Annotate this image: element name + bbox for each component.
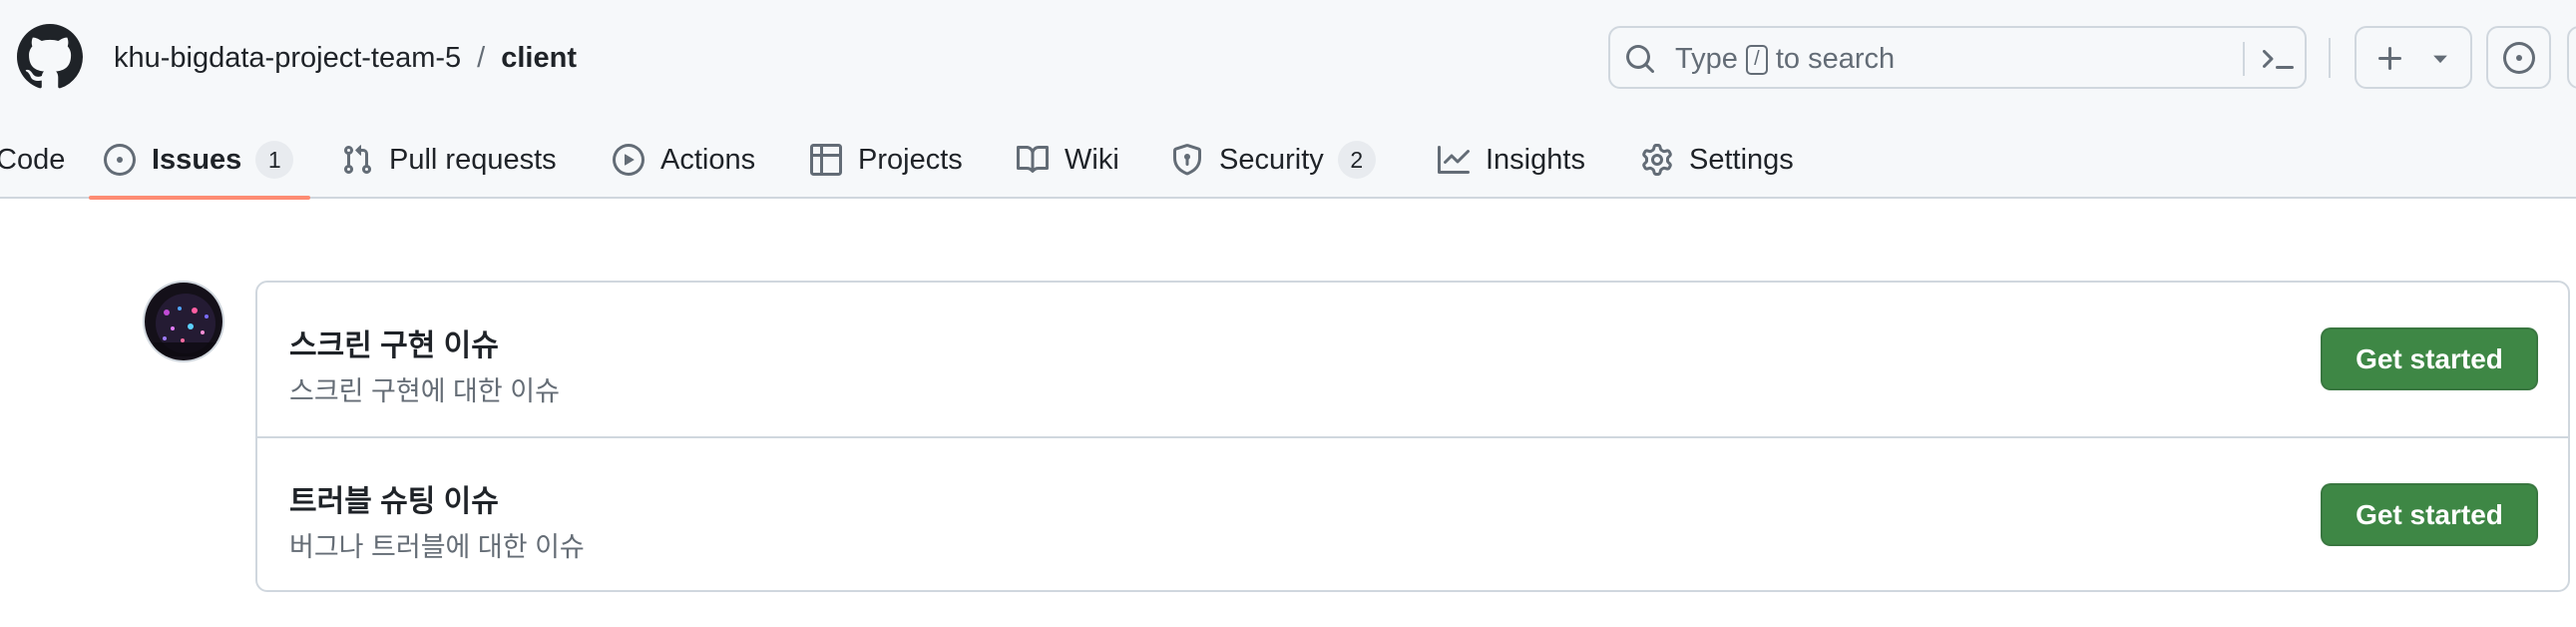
search-placeholder-prefix: Type [1675, 43, 1738, 75]
create-new-button[interactable] [2355, 26, 2472, 89]
tab-actions-label: Actions [660, 143, 756, 176]
breadcrumb-separator: / [477, 41, 486, 74]
tab-issues-label: Issues [152, 143, 242, 176]
table-icon [810, 144, 842, 176]
tab-projects-label: Projects [858, 143, 963, 176]
book-icon [1017, 145, 1049, 173]
shield-icon [1173, 144, 1201, 176]
search-icon [1626, 45, 1655, 74]
get-started-button[interactable]: Get started [2321, 327, 2538, 390]
issues-counter: 1 [255, 141, 294, 179]
graph-icon [1438, 146, 1470, 174]
list-item: 트러블 슈팅 이슈 버그나 트러블에 대한 이슈 Get started [257, 436, 2568, 590]
selected-tab-underline [89, 196, 310, 200]
command-palette-icon[interactable] [2262, 43, 2294, 75]
tab-settings[interactable]: Settings [1641, 121, 1794, 199]
search-placeholder: Type / to search [1675, 43, 1895, 76]
breadcrumb-repo-link[interactable]: client [501, 42, 577, 75]
tab-security[interactable]: Security 2 [1171, 121, 1376, 199]
issue-opened-icon [2503, 42, 2535, 74]
template-description: 버그나 트러블에 대한 이슈 [289, 532, 585, 562]
tab-code-label: Code [0, 143, 66, 176]
github-logo-icon[interactable] [17, 24, 83, 90]
tab-wiki-label: Wiki [1065, 143, 1119, 176]
issue-opened-icon [104, 144, 136, 176]
play-icon [613, 144, 644, 176]
tab-settings-label: Settings [1689, 143, 1794, 176]
template-description: 스크린 구현에 대한 이슈 [289, 376, 560, 406]
search-placeholder-suffix: to search [1775, 43, 1896, 75]
tab-code[interactable]: Code [0, 121, 65, 199]
tab-projects[interactable]: Projects [810, 121, 963, 199]
tab-insights-label: Insights [1486, 143, 1585, 176]
tab-pull-requests[interactable]: Pull requests [341, 121, 557, 199]
tab-insights[interactable]: Insights [1438, 121, 1585, 199]
triangle-down-icon [2433, 55, 2447, 64]
avatar[interactable] [143, 281, 224, 362]
get-started-button[interactable]: Get started [2321, 483, 2538, 546]
breadcrumb-owner-link[interactable]: khu-bigdata-project-team-5 [114, 42, 461, 75]
template-title: 스크린 구현 이슈 [289, 329, 499, 362]
git-pull-request-icon [343, 145, 372, 175]
security-counter: 2 [1337, 141, 1376, 179]
header-overflow-button[interactable] [2567, 26, 2576, 89]
plus-icon [2378, 47, 2401, 70]
your-issues-button[interactable] [2486, 26, 2551, 89]
list-item: 스크린 구현 이슈 스크린 구현에 대한 이슈 Get started [257, 283, 2568, 436]
header-divider [2329, 38, 2331, 78]
gear-icon [1642, 144, 1672, 176]
app-header: khu-bigdata-project-team-5 / client Type… [0, 0, 2576, 200]
tab-actions[interactable]: Actions [613, 121, 755, 199]
search-input[interactable]: Type / to search [1608, 26, 2307, 89]
tab-issues[interactable]: Issues 1 [104, 121, 294, 199]
tab-wiki[interactable]: Wiki [1017, 121, 1119, 199]
search-shortcut-key: / [1745, 44, 1768, 75]
avatar-image [145, 283, 222, 360]
search-divider [2243, 42, 2245, 76]
issue-template-list: 스크린 구현 이슈 스크린 구현에 대한 이슈 Get started 트러블 … [255, 281, 2570, 592]
tab-pull-requests-label: Pull requests [389, 143, 557, 176]
breadcrumb: khu-bigdata-project-team-5 / client [114, 38, 577, 78]
tab-security-label: Security [1219, 143, 1324, 176]
template-title: 트러블 슈팅 이슈 [289, 485, 499, 518]
